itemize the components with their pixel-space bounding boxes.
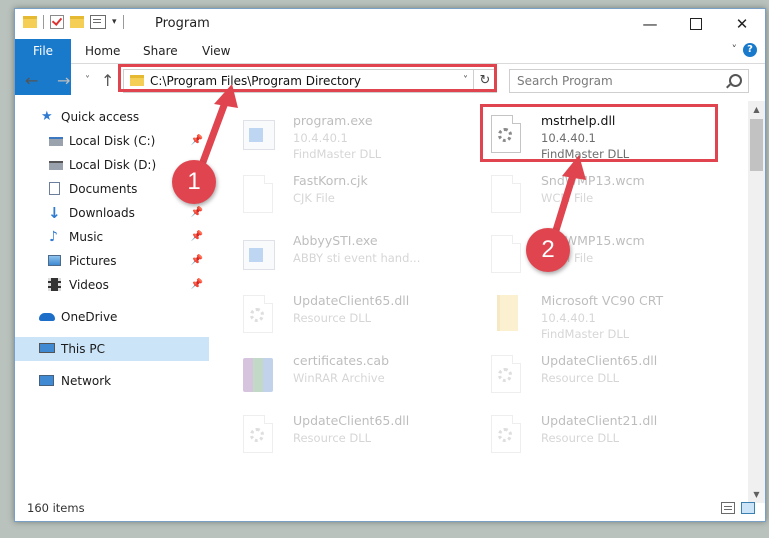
- arrow-to-file: [549, 155, 586, 244]
- step-badge-1: 1: [172, 160, 216, 204]
- annotation-arrows: [196, 84, 586, 244]
- arrow-to-address: [196, 84, 238, 174]
- step-badge-2: 2: [526, 228, 570, 272]
